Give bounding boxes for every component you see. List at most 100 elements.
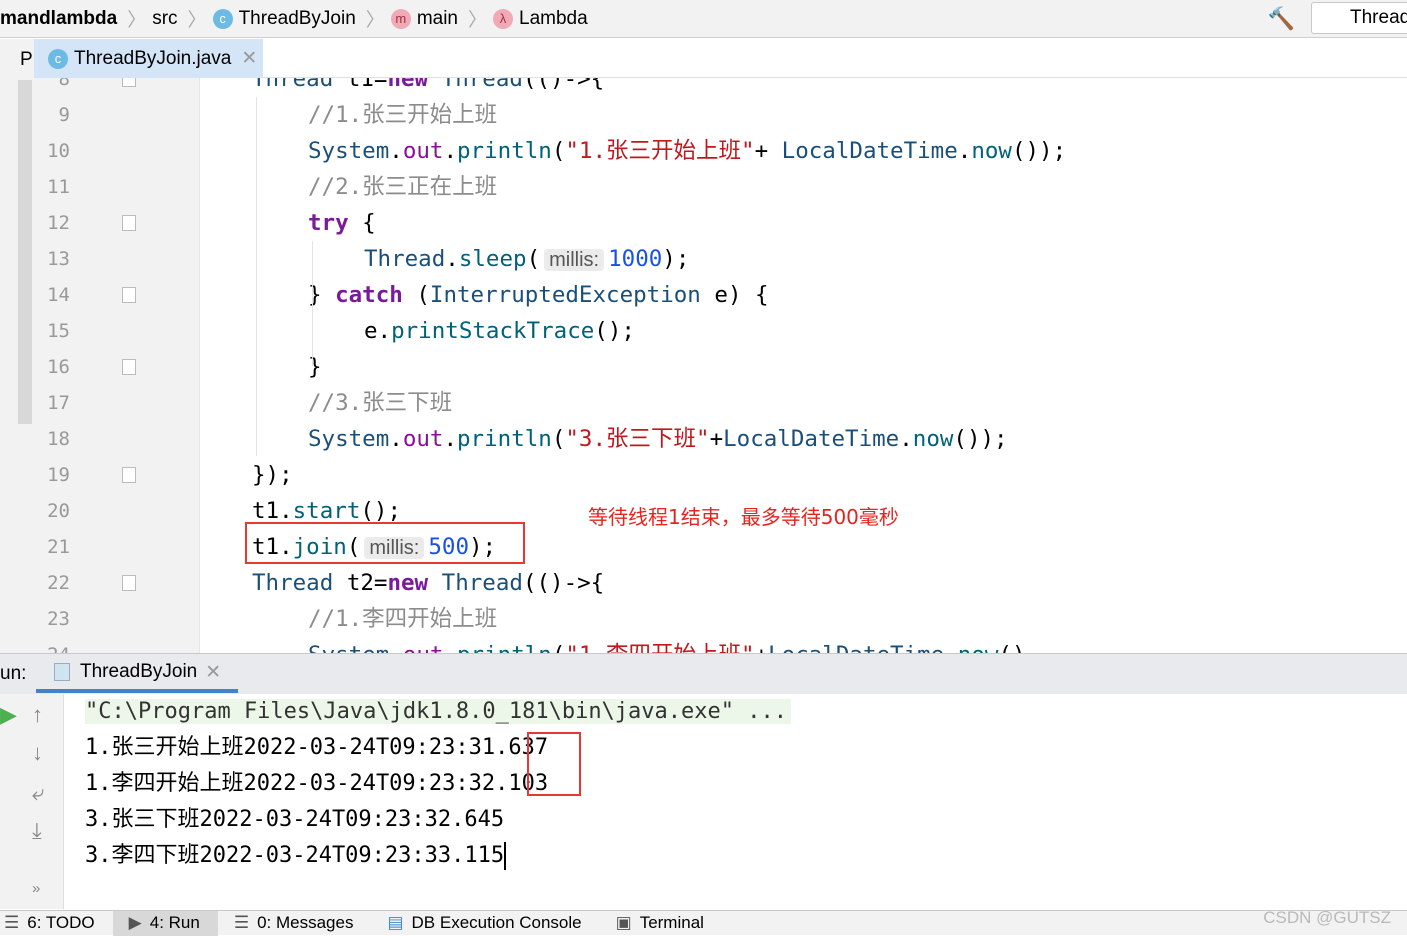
terminal-icon: ▣ bbox=[615, 913, 632, 932]
project-tool-tab[interactable]: P bbox=[0, 39, 34, 78]
fold-marker-icon[interactable] bbox=[122, 78, 136, 87]
db-icon: ▤ bbox=[387, 913, 404, 932]
soft-wrap-icon[interactable]: ⤶ bbox=[32, 780, 44, 806]
code-line: e.printStackTrace(); bbox=[364, 313, 635, 349]
chevron-right-icon: 〉 bbox=[365, 10, 385, 31]
code-line: //2.张三正在上班 bbox=[308, 169, 497, 205]
code-editor[interactable]: Thread t1=new Thread(()->{//1.张三开始上班 Syst… bbox=[200, 78, 1407, 653]
breadcrumb-lambda[interactable]: λ Lambda bbox=[493, 8, 588, 30]
tool-tab-todo[interactable]: ☰ 6: TODO bbox=[0, 911, 113, 936]
code-line: //3.张三下班 bbox=[308, 385, 452, 421]
code-token: println bbox=[457, 642, 552, 653]
line-number: 20 bbox=[47, 500, 70, 522]
command-text: "C:\Program Files\Java\jdk1.8.0_181\bin\… bbox=[85, 699, 791, 724]
class-icon: c bbox=[48, 48, 68, 69]
breadcrumb-class[interactable]: c ThreadByJoin bbox=[212, 8, 356, 30]
code-line: //1.李四开始上班 bbox=[308, 601, 497, 637]
fold-marker-icon[interactable] bbox=[122, 287, 136, 303]
code-token: (()->{ bbox=[522, 78, 605, 92]
code-token: ( bbox=[551, 138, 566, 164]
run-tab-threadbyjoin[interactable]: ThreadByJoin ✕ bbox=[36, 655, 238, 693]
breadcrumb-project[interactable]: mandlambda bbox=[0, 8, 117, 30]
arrow-down-icon[interactable]: ↓ bbox=[32, 740, 43, 766]
code-token: //3.张三下班 bbox=[308, 390, 453, 416]
code-token: start bbox=[292, 498, 361, 524]
close-icon[interactable]: ✕ bbox=[205, 661, 221, 684]
tool-tab-label: 0: Messages bbox=[257, 913, 354, 932]
fold-marker-icon[interactable] bbox=[122, 575, 136, 591]
structure-scrollbar[interactable] bbox=[18, 80, 32, 424]
code-token: Thread bbox=[252, 570, 334, 596]
breadcrumb-method[interactable]: m main bbox=[390, 7, 458, 30]
code-line: //1.张三开始上班 bbox=[308, 97, 497, 133]
breadcrumb-label: mandlambda bbox=[0, 7, 118, 29]
code-token: . bbox=[899, 426, 913, 452]
tool-tab-label: DB Execution Console bbox=[411, 913, 582, 932]
code-token: e. bbox=[364, 318, 392, 344]
more-icon[interactable]: » bbox=[32, 880, 40, 897]
code-token: now bbox=[971, 138, 1012, 164]
console-line-text: 3.李四下班2022-03-24T09:23:33.115 bbox=[85, 843, 505, 868]
code-line: Thread t2=new Thread(()->{ bbox=[252, 565, 604, 601]
code-token: //1.李四开始上班 bbox=[308, 606, 498, 632]
close-icon[interactable]: ✕ bbox=[241, 47, 257, 70]
list-icon: ☰ bbox=[4, 913, 20, 932]
tool-tab-run[interactable]: ▶ 4: Run bbox=[112, 910, 218, 936]
rerun-icon[interactable]: ▶ bbox=[0, 702, 17, 728]
code-token: . bbox=[389, 426, 403, 452]
code-token: //1.张三开始上班 bbox=[308, 102, 498, 128]
console-output[interactable]: "C:\Program Files\Java\jdk1.8.0_181\bin\… bbox=[65, 694, 1407, 909]
code-token: System bbox=[308, 426, 390, 452]
run-configuration-select[interactable]: Thread bbox=[1311, 2, 1407, 34]
code-token: Thread bbox=[252, 78, 334, 92]
code-token: ()); bbox=[953, 426, 1008, 452]
breadcrumb-label: main bbox=[416, 7, 458, 29]
code-token: t1= bbox=[333, 78, 388, 92]
code-token: t1. bbox=[252, 498, 293, 524]
code-token: LocalDateTime bbox=[723, 426, 900, 452]
fold-marker-icon[interactable] bbox=[122, 467, 136, 483]
line-number: 13 bbox=[47, 248, 70, 270]
indent-guide bbox=[256, 97, 257, 456]
chevron-right-icon: 〉 bbox=[468, 10, 488, 31]
annotation-text: 等待线程1结束，最多等待500毫秒 bbox=[588, 505, 899, 529]
code-token: ( bbox=[551, 426, 566, 452]
code-token: Thread bbox=[441, 78, 523, 92]
breadcrumb-src[interactable]: src bbox=[152, 8, 177, 30]
code-token: new bbox=[387, 78, 429, 92]
code-token: new bbox=[387, 570, 429, 596]
method-icon: m bbox=[390, 8, 411, 29]
code-token: LocalDateTime bbox=[768, 642, 944, 653]
tab-threadbyjoin-java[interactable]: c ThreadByJoin.java ✕ bbox=[34, 39, 263, 78]
code-line: } catch (InterruptedException e) { bbox=[308, 277, 769, 313]
code-token: ); bbox=[662, 246, 690, 272]
code-token: . bbox=[389, 138, 403, 164]
code-token: } bbox=[308, 354, 322, 380]
code-token: . bbox=[443, 426, 458, 452]
code-line: }); bbox=[252, 457, 293, 493]
fold-marker-icon[interactable] bbox=[122, 215, 136, 231]
scroll-to-end-icon[interactable]: ⤓ bbox=[32, 818, 42, 844]
text-caret bbox=[504, 842, 507, 870]
line-number: 21 bbox=[47, 536, 70, 558]
run-tab-label: ThreadByJoin bbox=[80, 661, 198, 682]
tool-tab-terminal[interactable]: ▣ Terminal bbox=[600, 911, 722, 936]
tool-tab-label: 6: TODO bbox=[27, 913, 95, 932]
code-token: System bbox=[308, 642, 389, 653]
fold-marker-icon[interactable] bbox=[122, 359, 136, 375]
highlight-box-millis bbox=[527, 732, 581, 796]
indent-guide bbox=[312, 313, 313, 366]
arrow-up-icon[interactable]: ↑ bbox=[32, 702, 43, 728]
code-token: "1.李四开始上班" bbox=[565, 642, 754, 653]
code-token: + bbox=[709, 426, 724, 452]
tool-tab-db-console[interactable]: ▤ DB Execution Console bbox=[371, 911, 599, 936]
run-icon: ▶ bbox=[128, 913, 142, 932]
code-token: Thread bbox=[441, 570, 523, 596]
tool-tab-messages[interactable]: ☰ 0: Messages bbox=[218, 911, 372, 936]
code-line: try { bbox=[308, 205, 376, 241]
code-token: System bbox=[308, 138, 390, 164]
watermark: CSDN @GUTSZ bbox=[1263, 908, 1391, 927]
build-hammer-icon[interactable]: 🔨 bbox=[1268, 6, 1295, 32]
